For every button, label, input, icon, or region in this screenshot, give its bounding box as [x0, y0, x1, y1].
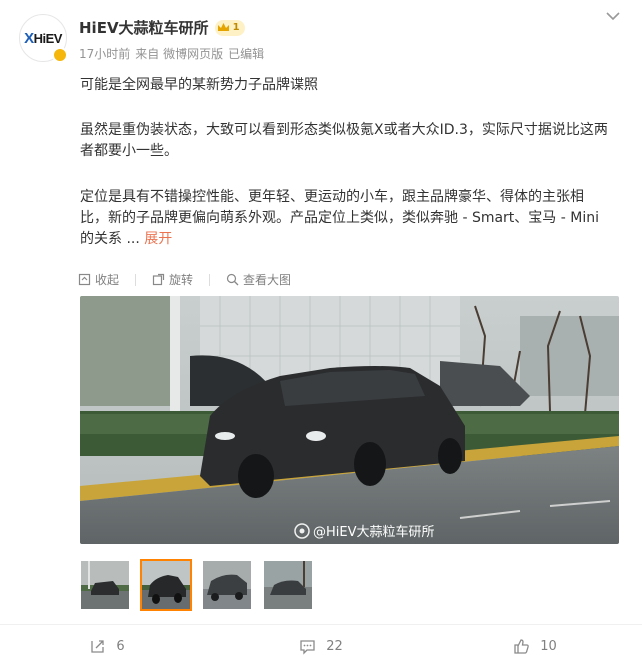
- like-count: 10: [540, 639, 557, 654]
- comment-icon: [300, 640, 315, 655]
- author-row: HiEV大蒜粒车研所 1: [79, 17, 245, 38]
- thumbs-up-icon: [514, 639, 529, 654]
- collapse-icon: [78, 273, 91, 286]
- author-name[interactable]: HiEV大蒜粒车研所: [79, 17, 209, 38]
- avatar-logo: XHiEV: [24, 29, 62, 47]
- thumbnail-strip: [79, 559, 314, 611]
- action-bar: 6 22 10: [0, 625, 642, 668]
- post-source: 来自 微博网页版: [135, 47, 224, 61]
- crown-icon: [217, 23, 229, 31]
- weibo-post: XHiEV HiEV大蒜粒车研所 1 17小时前 来自 微博网页版 已编辑 可能…: [0, 0, 642, 668]
- thumbnail-image: [264, 561, 312, 609]
- collapse-label: 收起: [95, 273, 120, 287]
- comment-button[interactable]: 22: [214, 625, 428, 668]
- toolbar-divider: [135, 274, 137, 286]
- thumbnail-4[interactable]: [262, 559, 314, 611]
- repost-button[interactable]: 6: [0, 625, 214, 668]
- repost-count: 6: [116, 639, 125, 654]
- view-large-button[interactable]: 查看大图: [226, 271, 291, 288]
- post-text-line2: 虽然是重伪装状态，大致可以看到形态类似极氪X或者大众ID.3，实际尺寸据说比这两…: [80, 122, 608, 159]
- expand-link[interactable]: 展开: [144, 231, 172, 247]
- thumbnail-image: [203, 561, 251, 609]
- post-meta: 17小时前 来自 微博网页版 已编辑: [79, 45, 264, 62]
- repost-icon: [91, 640, 105, 653]
- toolbar-divider: [209, 274, 211, 286]
- rotate-button[interactable]: 旋转: [152, 271, 193, 288]
- avatar[interactable]: XHiEV: [19, 14, 68, 63]
- post-text-line3: 定位是具有不错操控性能、更年轻、更运动的小车，跟主品牌豪华、得体的主张相比，新的…: [80, 187, 610, 250]
- spy-photo-image: @HiEV大蒜粒车研所: [80, 296, 619, 544]
- watermark-text: @HiEV大蒜粒车研所: [313, 524, 435, 540]
- chevron-down-icon[interactable]: [604, 8, 622, 24]
- post-time[interactable]: 17小时前: [79, 45, 130, 62]
- post-text-line1: 可能是全网最早的某新势力子品牌谍照: [80, 77, 318, 93]
- thumbnail-image: [81, 561, 129, 609]
- thumbnail-2[interactable]: [140, 559, 192, 611]
- thumbnail-image: [142, 561, 190, 609]
- comment-count: 22: [326, 639, 343, 654]
- level-number: 1: [232, 22, 240, 33]
- view-large-label: 查看大图: [243, 273, 292, 287]
- thumbnail-3[interactable]: [201, 559, 253, 611]
- image-toolbar: 收起 旋转 查看大图: [78, 271, 291, 288]
- rotate-label: 旋转: [169, 273, 194, 287]
- edited-label[interactable]: 已编辑: [228, 45, 264, 62]
- verified-badge-icon: [52, 47, 68, 63]
- main-photo[interactable]: @HiEV大蒜粒车研所: [80, 296, 619, 544]
- thumbnail-1[interactable]: [79, 559, 131, 611]
- level-badge[interactable]: 1: [214, 19, 245, 36]
- rotate-icon: [152, 273, 165, 286]
- collapse-button[interactable]: 收起: [78, 271, 119, 288]
- view-large-icon: [226, 273, 239, 286]
- like-button[interactable]: 10: [428, 625, 642, 668]
